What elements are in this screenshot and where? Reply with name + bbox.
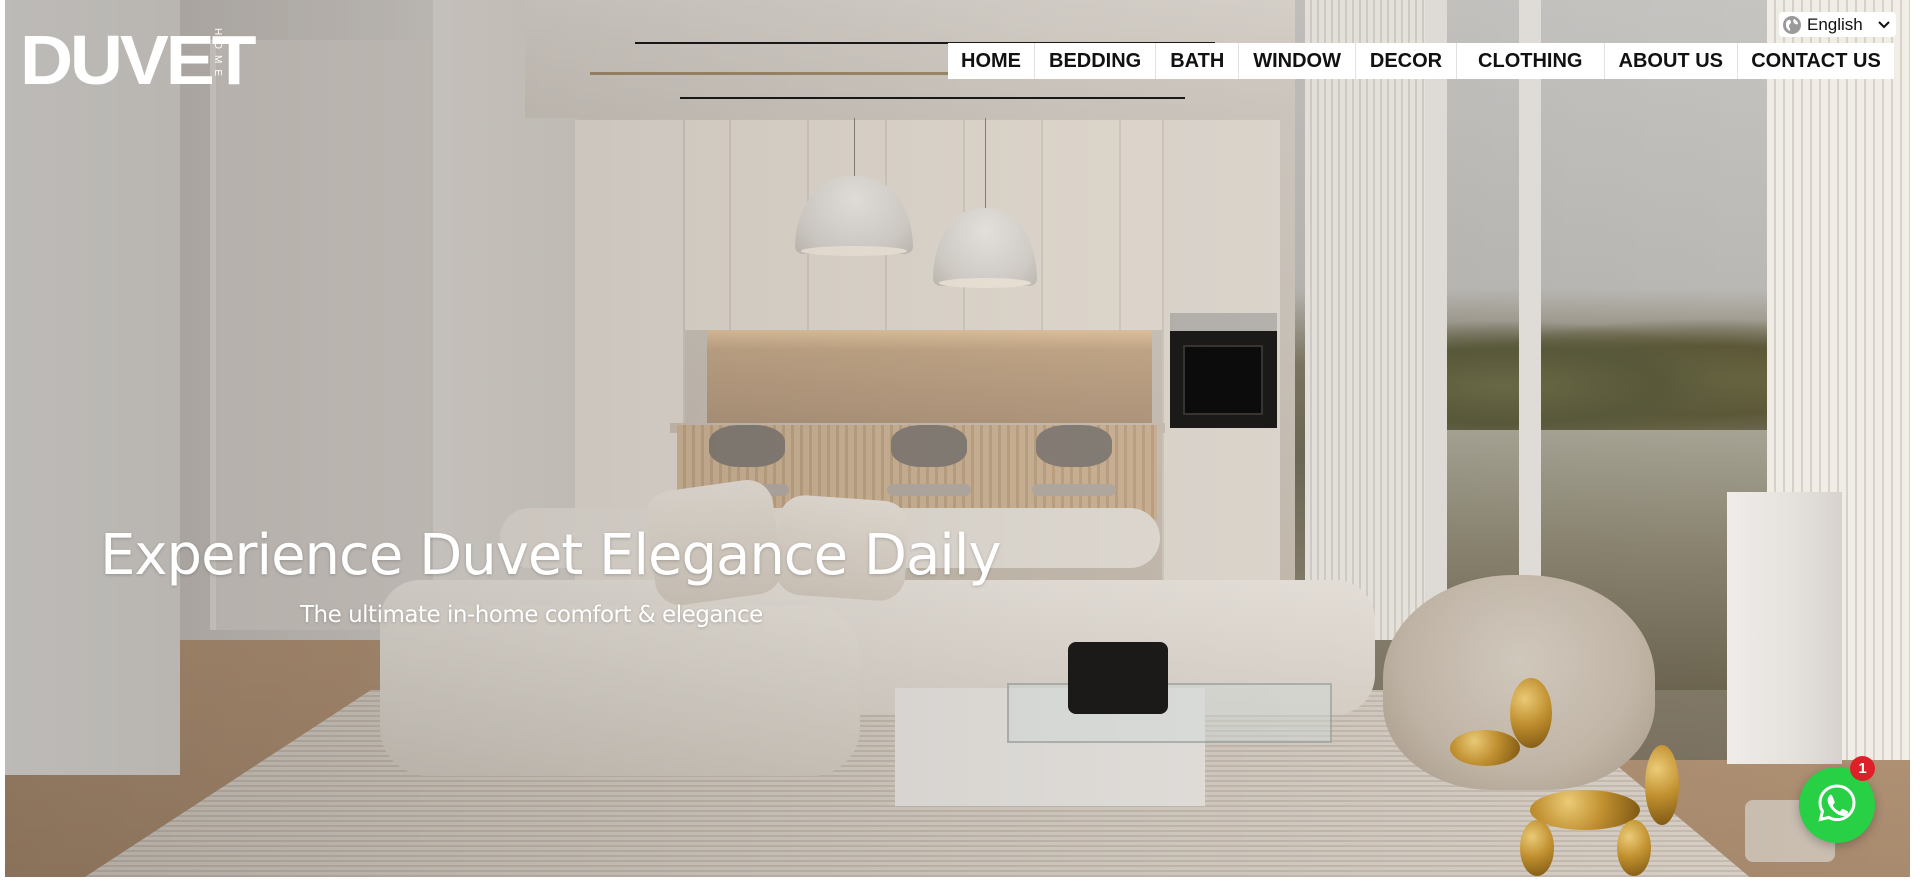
- page: DUVET HOME English HOME BEDDING BATH WIN…: [0, 0, 1920, 881]
- nav-item-bedding[interactable]: BEDDING: [1035, 43, 1157, 79]
- nav-item-clothing[interactable]: CLOTHING: [1457, 43, 1605, 79]
- hero-subtitle: The ultimate in-home comfort & elegance: [300, 602, 763, 628]
- nav-item-bath[interactable]: BATH: [1156, 43, 1240, 79]
- main-nav: HOME BEDDING BATH WINDOW DECOR CLOTHING …: [948, 43, 1894, 79]
- language-selector[interactable]: English: [1779, 12, 1896, 37]
- logo-subtitle: HOME: [212, 28, 223, 82]
- notification-badge: 1: [1850, 756, 1875, 781]
- nav-item-window[interactable]: WINDOW: [1239, 43, 1356, 79]
- nav-item-contact-us[interactable]: CONTACT US: [1738, 43, 1894, 79]
- nav-item-about-us[interactable]: ABOUT US: [1605, 43, 1738, 79]
- globe-icon: [1781, 14, 1803, 36]
- nav-item-home[interactable]: HOME: [948, 43, 1035, 79]
- whatsapp-icon: [1816, 782, 1858, 829]
- site-logo[interactable]: DUVET: [20, 25, 257, 100]
- chevron-down-icon: [1878, 20, 1890, 29]
- hero-image: [5, 0, 1910, 877]
- language-selected: English: [1807, 14, 1863, 34]
- hero-overlay: [5, 0, 1910, 877]
- hero-title: Experience Duvet Elegance Daily: [100, 523, 1002, 588]
- nav-item-decor[interactable]: DECOR: [1356, 43, 1457, 79]
